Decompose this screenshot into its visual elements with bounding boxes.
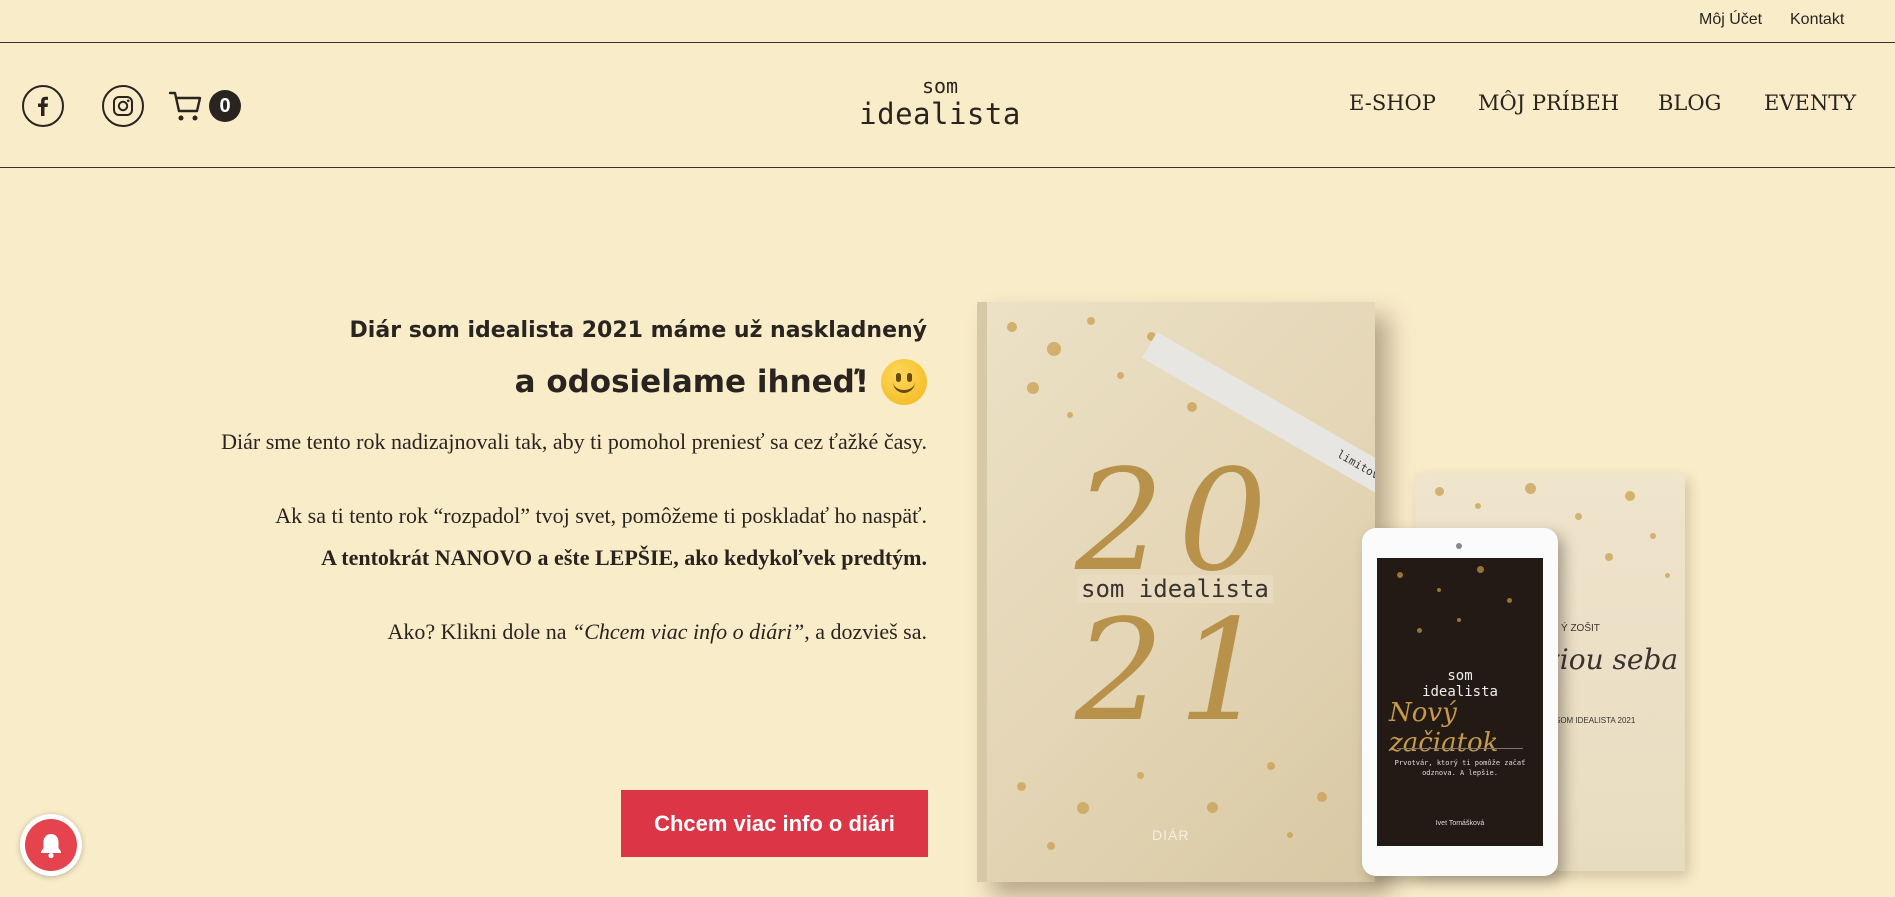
tablet-camera [1456, 543, 1462, 549]
hero-paragraph-4: Ako? Klikni dole na “Chcem viac info o d… [167, 615, 927, 649]
cart-count-badge[interactable]: 0 [209, 90, 241, 122]
nav-my-story[interactable]: MÔJ PRÍBEH [1478, 91, 1619, 115]
smiley-icon [881, 359, 927, 405]
nav-blog[interactable]: BLOG [1658, 91, 1721, 115]
contact-link[interactable]: Kontakt [1790, 11, 1844, 29]
hero-p4-em: “Chcem viac info o diári” [571, 619, 805, 644]
tablet-divider [1397, 748, 1523, 749]
book-year-bottom: 21 [1075, 590, 1282, 753]
logo-small-text: som [921, 74, 959, 98]
book-year-top: 20 [1075, 440, 1282, 603]
instagram-icon[interactable] [102, 85, 144, 127]
more-info-button[interactable]: Chcem viac info o diári [621, 790, 928, 857]
hero-p4-post: , a dozvieš sa. [804, 619, 927, 644]
my-account-link[interactable]: Môj Účet [1699, 11, 1762, 29]
notebook-sub: SOM IDEALISTA 2021 [1555, 716, 1636, 725]
hero-paragraph-1: Diár sme tento rok nadizajnovali tak, ab… [221, 429, 927, 454]
hero-title: a odosielame ihneď! [167, 357, 927, 407]
tablet-brand: som idealista [1377, 668, 1543, 700]
nav-events[interactable]: EVENTY [1764, 91, 1856, 115]
cart-icon[interactable] [168, 88, 204, 124]
tablet-author: Ivet Tomášková [1435, 820, 1485, 827]
bell-icon [25, 819, 77, 871]
logo-big-text: idealista [859, 97, 1021, 131]
book-label: DIÁR [1152, 827, 1190, 843]
nav-eshop[interactable]: E-SHOP [1349, 91, 1436, 115]
top-bar: Môj Účet Kontakt [0, 0, 1895, 43]
diary-book-image: limitovaná edícia 20 21 som idealista DI… [977, 302, 1375, 882]
hero-subtitle: Diár som idealista 2021 máme už naskladn… [349, 318, 927, 343]
tablet-note: Prvotvár, ktorý ti pomôže začať odznova.… [1394, 759, 1526, 777]
hero-paragraph-2: Ak sa ti tento rok “rozpadol” tvoj svet,… [275, 503, 927, 528]
facebook-icon[interactable] [22, 85, 64, 127]
notebook-label: Ý ZOŠIT [1561, 623, 1600, 634]
book-brand: som idealista [1077, 575, 1273, 603]
tablet-screen: som idealista Nový začiatok Prvotvár, kt… [1377, 558, 1543, 846]
site-logo[interactable]: som idealista [840, 75, 1040, 131]
hero-paragraph-3: A tentokrát NANOVO a ešte LEPŠIE, ako ke… [321, 545, 927, 570]
site-header: 0 som idealista E-SHOP MÔJ PRÍBEH BLOG E… [0, 43, 1895, 168]
tablet-image: som idealista Nový začiatok Prvotvár, kt… [1362, 528, 1558, 876]
hero-p4-pre: Ako? Klikni dole na [387, 619, 567, 644]
tablet-brand-1: som [1447, 668, 1473, 684]
notebook-script: ziou seba [1545, 643, 1679, 676]
hero-title-text: a odosielame ihneď! [514, 364, 869, 400]
tablet-script: Nový začiatok [1389, 698, 1499, 758]
notification-bell-button[interactable] [20, 814, 82, 876]
hero-text: Diár som idealista 2021 máme už naskladn… [167, 315, 927, 649]
